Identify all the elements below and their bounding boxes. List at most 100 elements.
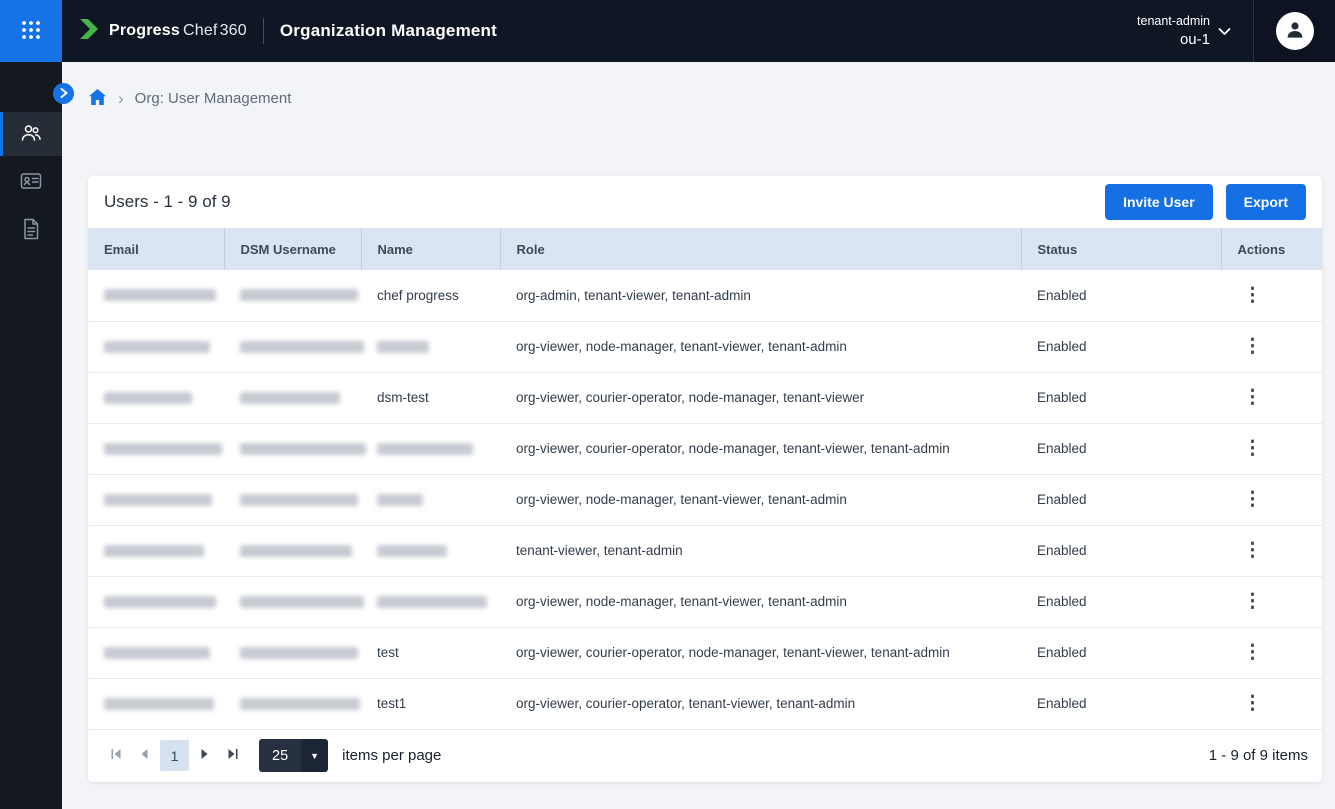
tenant-switcher[interactable]: tenant-admin ou-1 [1137, 12, 1231, 50]
actions-cell: ⋮ [1221, 474, 1322, 525]
org-unit: ou-1 [1137, 30, 1210, 50]
table-row: test org-viewer, courier-operator, node-… [88, 627, 1322, 678]
id-card-icon [19, 169, 43, 196]
column-header-status[interactable]: Status [1021, 228, 1221, 270]
actions-cell: ⋮ [1221, 372, 1322, 423]
kebab-icon: ⋮ [1243, 336, 1262, 357]
redacted-username [240, 647, 358, 659]
range-summary: 1 - 9 of 9 items [1209, 747, 1308, 764]
role-cell: org-admin, tenant-viewer, tenant-admin [500, 270, 1021, 321]
row-actions-button[interactable]: ⋮ [1237, 694, 1268, 713]
row-actions-button[interactable]: ⋮ [1237, 286, 1268, 305]
table-header-row: Email DSM Username Name Role Status Acti… [88, 228, 1322, 270]
redacted-username [240, 545, 352, 557]
brand-text: ProgressChef360 [109, 22, 247, 40]
table-row: org-viewer, courier-operator, node-manag… [88, 423, 1322, 474]
actions-cell: ⋮ [1221, 270, 1322, 321]
column-header-dsm-username[interactable]: DSM Username [224, 228, 361, 270]
email-cell [88, 576, 224, 627]
table-row: test1 org-viewer, courier-operator, tena… [88, 678, 1322, 729]
row-actions-button[interactable]: ⋮ [1237, 490, 1268, 509]
caret-down-icon: ▼ [301, 739, 328, 772]
email-cell [88, 525, 224, 576]
previous-page-button[interactable] [130, 741, 158, 771]
user-menu-button[interactable] [1253, 0, 1335, 62]
column-header-email[interactable]: Email [88, 228, 224, 270]
person-icon [1284, 18, 1306, 45]
next-page-button[interactable] [191, 741, 219, 771]
chevron-right-icon [60, 86, 68, 101]
row-actions-button[interactable]: ⋮ [1237, 388, 1268, 407]
grid-icon [20, 19, 42, 44]
tenant-role: tenant-admin [1137, 12, 1210, 30]
name-cell: test [361, 627, 500, 678]
status-cell: Enabled [1021, 525, 1221, 576]
first-page-button[interactable] [102, 741, 130, 771]
status-cell: Enabled [1021, 678, 1221, 729]
card-header: Users - 1 - 9 of 9 Invite User Export [88, 176, 1322, 228]
status-cell: Enabled [1021, 474, 1221, 525]
redacted-username [240, 392, 340, 404]
row-actions-button[interactable]: ⋮ [1237, 439, 1268, 458]
header-right: tenant-admin ou-1 [1137, 0, 1335, 62]
redacted-email [104, 494, 212, 506]
users-count-title: Users - 1 - 9 of 9 [104, 192, 231, 212]
row-actions-button[interactable]: ⋮ [1237, 541, 1268, 560]
name-cell [361, 423, 500, 474]
column-header-role[interactable]: Role [500, 228, 1021, 270]
invite-user-button[interactable]: Invite User [1105, 184, 1213, 220]
card-header-buttons: Invite User Export [1105, 184, 1306, 220]
sidebar-item-users[interactable] [0, 112, 62, 156]
email-cell [88, 270, 224, 321]
name-cell [361, 321, 500, 372]
dsm-username-cell [224, 321, 361, 372]
column-header-name[interactable]: Name [361, 228, 500, 270]
redacted-email [104, 545, 204, 557]
pagination-bar: 1 25 ▼ items per page 1 - 9 of 9 items [88, 730, 1322, 782]
home-icon [88, 88, 107, 109]
kebab-icon: ⋮ [1243, 489, 1262, 510]
row-actions-button[interactable]: ⋮ [1237, 643, 1268, 662]
dsm-username-cell [224, 525, 361, 576]
redacted-email [104, 341, 210, 353]
dsm-username-cell [224, 627, 361, 678]
home-link[interactable] [88, 88, 107, 109]
export-button[interactable]: Export [1226, 184, 1306, 220]
sidebar-item-id-card[interactable] [0, 160, 62, 204]
email-cell [88, 372, 224, 423]
dsm-username-cell [224, 576, 361, 627]
name-cell [361, 525, 500, 576]
role-cell: org-viewer, courier-operator, node-manag… [500, 372, 1021, 423]
redacted-name [377, 443, 473, 455]
page-number-button[interactable]: 1 [160, 740, 189, 771]
redacted-username [240, 494, 358, 506]
name-cell: test1 [361, 678, 500, 729]
table-row: org-viewer, node-manager, tenant-viewer,… [88, 576, 1322, 627]
table-row: org-viewer, node-manager, tenant-viewer,… [88, 321, 1322, 372]
actions-cell: ⋮ [1221, 678, 1322, 729]
header-divider [263, 18, 264, 44]
row-actions-button[interactable]: ⋮ [1237, 337, 1268, 356]
kebab-icon: ⋮ [1243, 540, 1262, 561]
dsm-username-cell [224, 270, 361, 321]
email-cell [88, 627, 224, 678]
row-actions-button[interactable]: ⋮ [1237, 592, 1268, 611]
name-cell: dsm-test [361, 372, 500, 423]
breadcrumb-current: Org: User Management [135, 90, 292, 107]
last-page-button[interactable] [219, 741, 247, 771]
sidebar-expand-button[interactable] [53, 83, 74, 104]
page-title: Organization Management [280, 21, 497, 41]
page-size-dropdown[interactable]: 25 ▼ [259, 739, 328, 772]
name-cell: chef progress [361, 270, 500, 321]
name-cell [361, 576, 500, 627]
actions-cell: ⋮ [1221, 576, 1322, 627]
redacted-username [240, 698, 360, 710]
brand: ProgressChef360 [79, 18, 247, 45]
brand-suffix: 360 [220, 22, 247, 39]
role-cell: org-viewer, node-manager, tenant-viewer,… [500, 474, 1021, 525]
app-launcher-button[interactable] [0, 0, 62, 62]
sidebar-item-document[interactable] [0, 208, 62, 252]
users-table: Email DSM Username Name Role Status Acti… [88, 228, 1322, 730]
column-header-actions[interactable]: Actions [1221, 228, 1322, 270]
email-cell [88, 474, 224, 525]
